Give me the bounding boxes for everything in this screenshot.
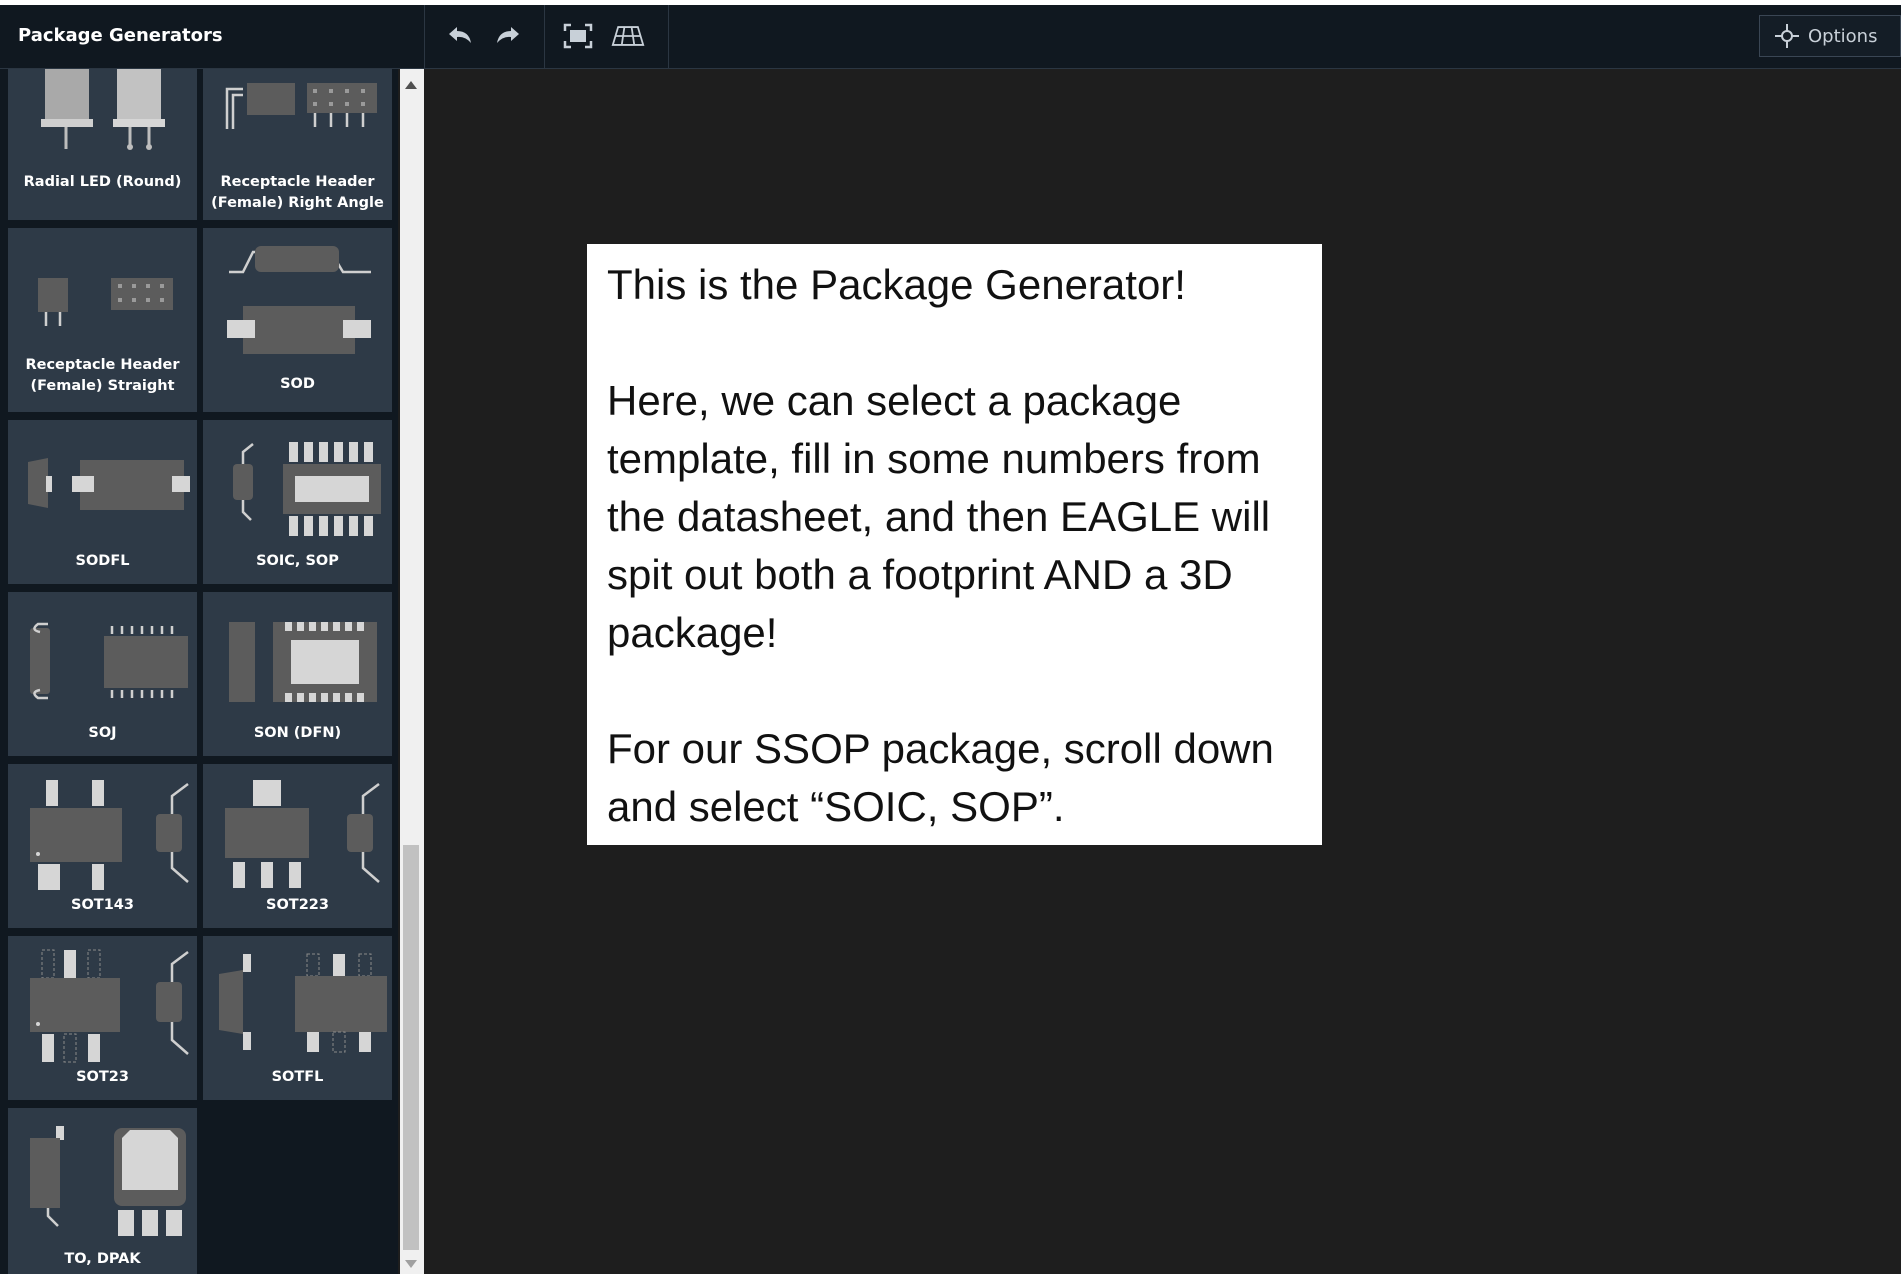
annotation-callout: This is the Package Generator! Here, we … (587, 244, 1322, 845)
tile-sot23[interactable]: SOT23 (8, 936, 197, 1100)
grid-scrollbar[interactable] (398, 69, 424, 1274)
scroll-up-arrow-icon[interactable] (405, 81, 417, 89)
callout-explanation: Here, we can select a package template, … (607, 377, 1271, 656)
callout-intro: This is the Package Generator! (607, 261, 1186, 308)
tile-label: Receptacle Header (Female) Right Angle (211, 174, 384, 211)
tile-sodfl[interactable]: SODFL (8, 420, 197, 584)
scroll-thumb[interactable] (403, 845, 419, 1250)
tile-label: Radial LED (Round) (23, 174, 182, 190)
tile-sot223[interactable]: SOT223 (203, 764, 392, 928)
fit-view-button[interactable] (561, 19, 595, 53)
tile-receptacle-header-straight[interactable]: Receptacle Header (Female) Straight (8, 228, 197, 412)
tile-sot143[interactable]: SOT143 (8, 764, 197, 928)
panel-header: Package Generators (0, 5, 424, 69)
redo-icon (497, 27, 519, 43)
tile-label: SOT223 (266, 897, 329, 913)
tile-label: SON (DFN) (253, 725, 342, 741)
radial-led-icon (41, 69, 165, 150)
tile-label: SOT23 (76, 1069, 129, 1085)
tile-label: TO, DPAK (64, 1251, 141, 1267)
tile-soic-sop[interactable]: SOIC, SOP (203, 420, 392, 584)
undo-button[interactable] (443, 19, 477, 53)
view-group (545, 5, 669, 68)
tile-son-dfn[interactable]: SON (DFN) (203, 592, 392, 756)
tile-sotfl[interactable]: SOTFL (203, 936, 392, 1100)
tile-label: SOJ (88, 725, 117, 741)
options-label: Options (1808, 25, 1878, 47)
tile-to-dpak[interactable]: TO, DPAK (8, 1108, 197, 1274)
tile-radial-led-round[interactable]: Radial LED (Round) (8, 69, 197, 220)
scroll-down-arrow-icon[interactable] (405, 1260, 417, 1268)
3d-grid-icon (611, 26, 645, 46)
3d-view-button[interactable] (611, 19, 645, 53)
tile-label: SODFL (75, 553, 130, 569)
tile-sod[interactable]: SOD (203, 228, 392, 412)
scroll-track-border (398, 69, 400, 1274)
tile-label: SOT143 (71, 897, 134, 913)
fit-view-icon (563, 23, 593, 49)
package-generator-grid: Radial LED (Round) Receptacle Header (Fe… (0, 69, 398, 1274)
tile-label: SOD (280, 376, 315, 392)
crosshair-icon (1775, 24, 1799, 48)
tile-label: Receptacle Header (Female) Straight (25, 357, 180, 394)
toolbar: Options (424, 5, 1901, 69)
redo-button[interactable] (491, 19, 525, 53)
tile-label: SOTFL (271, 1069, 324, 1085)
tile-soj[interactable]: SOJ (8, 592, 197, 756)
tile-receptacle-header-right-angle[interactable]: Receptacle Header (Female) Right Angle (203, 69, 392, 220)
history-group (425, 5, 545, 68)
panel-title: Package Generators (18, 25, 223, 46)
tile-label: SOIC, SOP (256, 553, 339, 569)
options-button[interactable]: Options (1759, 15, 1901, 57)
undo-icon (449, 27, 471, 43)
callout-instruction: For our SSOP package, scroll down and se… (607, 725, 1274, 830)
